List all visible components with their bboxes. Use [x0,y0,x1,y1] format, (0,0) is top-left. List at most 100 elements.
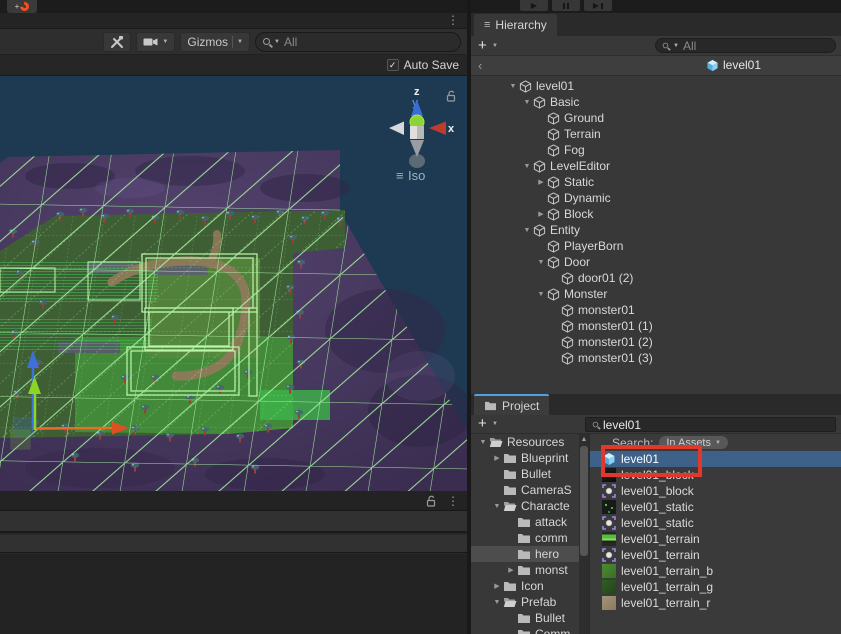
folder-item[interactable]: CameraS [471,482,579,498]
projection-mode[interactable]: ≡ Iso [396,168,425,183]
auto-save-checkbox[interactable]: ✓ [387,59,399,71]
result-item[interactable]: level01_terrain_g [590,579,841,595]
gameobject-icon [547,240,560,253]
hierarchy-item[interactable]: ▶Static [471,174,841,190]
scene-search-input[interactable]: ▼ All [255,32,461,52]
foldout-closed-icon[interactable]: ▶ [505,566,517,574]
folder-label: Resources [507,435,564,449]
folder-item[interactable]: comm [471,530,579,546]
bottom-panel-header: ⋮ [0,491,467,511]
result-item[interactable]: level01_terrain [590,547,841,563]
folder-icon [517,628,531,634]
hierarchy-item[interactable]: monster01 (2) [471,334,841,350]
hierarchy-search-input[interactable]: ▼ All [655,38,836,53]
foldout-closed-icon[interactable]: ▶ [491,582,503,590]
hierarchy-item[interactable]: Fog [471,142,841,158]
scroll-up-arrow[interactable]: ▲ [579,434,589,445]
gizmos-button[interactable]: Gizmos ▼ [180,32,250,52]
hierarchy-item[interactable]: monster01 (1) [471,318,841,334]
folder-item[interactable]: ▼Prefab [471,594,579,610]
create-caret-icon[interactable]: ▼ [492,421,498,427]
folder-item[interactable]: ▼ Resources [471,434,579,450]
result-item[interactable]: level01_terrain_b [590,563,841,579]
folder-tree-scrollbar[interactable]: ▲ [579,434,589,634]
hierarchy-item[interactable]: monster01 (3) [471,350,841,366]
folder-item[interactable]: attack [471,514,579,530]
scrollbar-thumb[interactable] [580,446,588,556]
create-caret-icon[interactable]: ▼ [492,43,498,49]
hierarchy-item[interactable]: ▼Basic [471,94,841,110]
foldout-open-icon[interactable]: ▼ [507,83,519,90]
result-item-selected[interactable]: level01 [590,451,841,467]
scene-tools-button[interactable] [103,32,131,52]
create-button[interactable]: + [478,415,487,432]
result-item[interactable]: level01_block [590,467,841,483]
foldout-open-icon[interactable]: ▼ [491,503,503,510]
dropdown-caret-icon: ▼ [162,39,168,45]
item-label: level01 [536,79,574,93]
foldout-closed-icon[interactable]: ▶ [491,454,503,462]
hierarchy-item[interactable]: ▶Block [471,206,841,222]
foldout-open-icon[interactable]: ▼ [521,227,533,234]
folder-item[interactable]: Bullet [471,466,579,482]
scene-viewport[interactable]: z y x ≡ Iso [0,76,467,491]
hierarchy-item[interactable]: monster01 [471,302,841,318]
gameobject-icon [547,112,560,125]
create-button[interactable]: + [478,37,487,54]
foldout-closed-icon[interactable]: ▶ [535,211,547,218]
hierarchy-item[interactable]: ▼ level01 [471,78,841,94]
thumbnail-darkgreen-icon [602,580,616,594]
tab-hierarchy[interactable]: ≡ Hierarchy [474,14,557,36]
folder-item[interactable]: ▶Blueprint [471,450,579,466]
item-label: Ground [564,111,604,125]
tab-project[interactable]: Project [474,394,549,415]
hierarchy-item[interactable]: PlayerBorn [471,238,841,254]
back-chevron-icon[interactable]: ‹ [478,58,482,73]
play-button[interactable]: ▶ [520,0,548,11]
folder-item[interactable]: ▶monst [471,562,579,578]
hierarchy-item[interactable]: Dynamic [471,190,841,206]
result-item[interactable]: level01_static [590,499,841,515]
foldout-open-icon[interactable]: ▼ [521,99,533,106]
asset-corners-icon [602,548,616,562]
hierarchy-item[interactable]: Ground [471,110,841,126]
hierarchy-item[interactable]: ▼Entity [471,222,841,238]
foldout-closed-icon[interactable]: ▶ [535,179,547,186]
result-item[interactable]: level01_terrain_r [590,595,841,611]
folder-icon [517,564,531,576]
pause-button[interactable] [552,0,580,11]
hierarchy-item[interactable]: ▼Door [471,254,841,270]
folder-item[interactable]: Comm [471,626,579,634]
hierarchy-item[interactable]: door01 (2) [471,270,841,286]
foldout-open-icon[interactable]: ▼ [535,259,547,266]
foldout-open-icon[interactable]: ▼ [535,291,547,298]
result-item[interactable]: level01_terrain [590,531,841,547]
foldout-open-icon[interactable]: ▼ [491,599,503,606]
bottom-panel-row[interactable] [0,511,467,533]
step-button[interactable]: ▶ [584,0,612,11]
kebab-menu-icon[interactable]: ⋮ [447,14,459,26]
search-scope-dropdown[interactable]: In Assets ▼ [659,436,728,449]
kebab-menu-icon[interactable]: ⋮ [447,495,459,507]
foldout-open-icon[interactable]: ▼ [521,163,533,170]
project-search-input[interactable]: level01 [585,417,836,432]
result-item[interactable]: level01_static [590,515,841,531]
scene-camera-button[interactable]: ▼ [136,32,175,52]
folder-item[interactable]: Bullet [471,610,579,626]
folder-item-selected[interactable]: hero [471,546,579,562]
hierarchy-item[interactable]: ▼LevelEditor [471,158,841,174]
scene-viewport-container: z y x ≡ Iso [0,76,467,491]
dropdown-caret-icon: ▼ [715,440,721,446]
folder-item[interactable]: ▼Characte [471,498,579,514]
folder-icon [503,468,517,480]
hierarchy-item[interactable]: Terrain [471,126,841,142]
gameobject-icon [561,304,574,317]
hierarchy-item[interactable]: ▼Monster [471,286,841,302]
result-item[interactable]: level01_block [590,483,841,499]
lock-open-icon[interactable] [425,495,437,507]
toolbar-plugin-button[interactable]: + [7,0,37,13]
folder-item[interactable]: ▶Icon [471,578,579,594]
bottom-panel-row[interactable] [0,535,467,553]
foldout-open-icon[interactable]: ▼ [477,439,489,446]
breadcrumb[interactable]: level01 [706,58,761,72]
